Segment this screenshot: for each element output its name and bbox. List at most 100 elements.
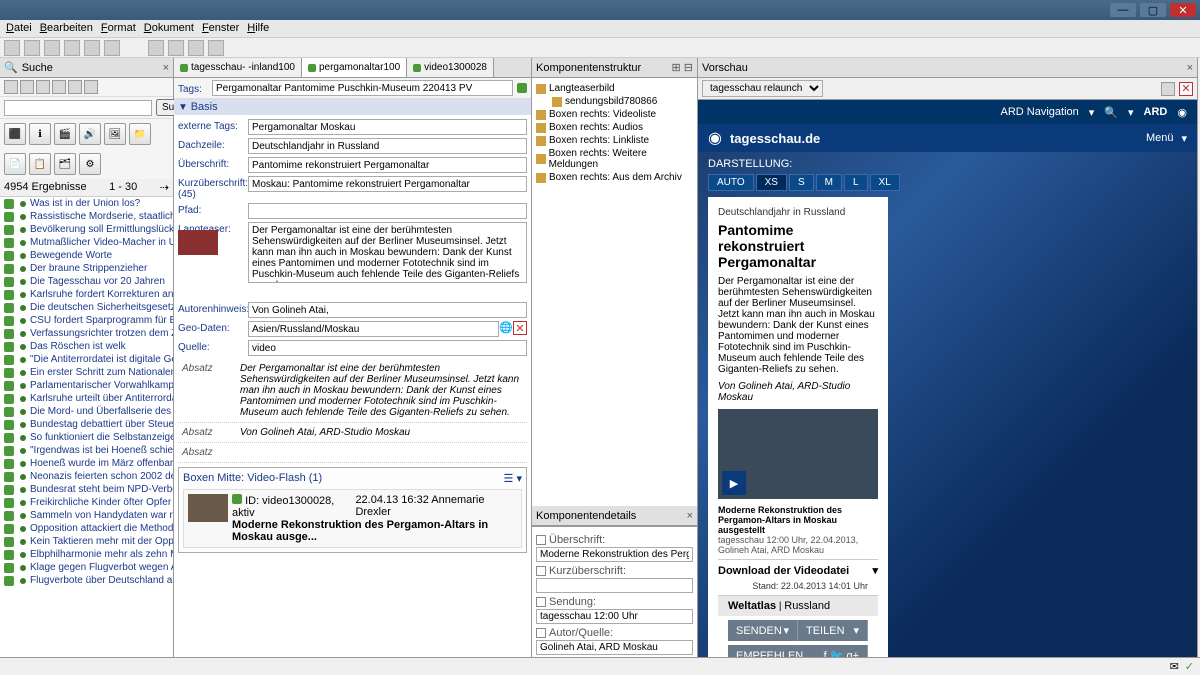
- size-s[interactable]: S: [789, 174, 814, 191]
- result-item[interactable]: Kein Taktieren mehr mit der Oppositio: [0, 535, 173, 548]
- toolbar-icon[interactable]: [168, 40, 184, 56]
- tree-item[interactable]: sendungsbild780866: [536, 95, 693, 108]
- type-button[interactable]: 🎬: [54, 123, 76, 145]
- filter-icon[interactable]: [4, 80, 18, 94]
- result-item[interactable]: Verfassungsrichter trotzen dem Zeitdr: [0, 327, 173, 340]
- tree-item[interactable]: Boxen rechts: Aus dem Archiv: [536, 171, 693, 184]
- basis-header[interactable]: ▼ Basis: [174, 99, 531, 115]
- box-tools-icon[interactable]: ☰ ▾: [504, 472, 522, 485]
- type-button[interactable]: 🔊: [79, 123, 101, 145]
- chevron-down-icon[interactable]: ▾: [1128, 106, 1134, 119]
- geo-clear[interactable]: ✕: [513, 321, 527, 335]
- result-item[interactable]: Parlamentarischer Vorwahlkampf: [0, 379, 173, 392]
- chevron-down-icon[interactable]: ▾: [1181, 132, 1187, 145]
- quelle-input[interactable]: [248, 340, 527, 356]
- externe-tags-input[interactable]: [248, 119, 527, 135]
- window-minimize[interactable]: —: [1110, 3, 1136, 17]
- toolbar-icon[interactable]: [24, 40, 40, 56]
- toolbar-icon[interactable]: [148, 40, 164, 56]
- size-l[interactable]: L: [844, 174, 868, 191]
- checkbox[interactable]: [536, 597, 546, 607]
- results-nav[interactable]: ⇢: [160, 181, 169, 194]
- menu-datei[interactable]: Datei: [6, 22, 32, 35]
- filter-icon[interactable]: [84, 80, 98, 94]
- panel-close[interactable]: ×: [687, 510, 693, 522]
- toolbar-icon[interactable]: [208, 40, 224, 56]
- play-icon[interactable]: ▶: [722, 471, 746, 495]
- menu-button[interactable]: Menü: [1146, 132, 1174, 144]
- result-item[interactable]: So funktioniert die Selbstanzeige: [0, 431, 173, 444]
- status-mail-icon[interactable]: ✉: [1170, 660, 1179, 673]
- toolbar-icon[interactable]: [84, 40, 100, 56]
- tree-item[interactable]: Boxen rechts: Linkliste: [536, 134, 693, 147]
- result-item[interactable]: "Die Antiterrordatei ist digitale Gewalt: [0, 353, 173, 366]
- tree-item[interactable]: Langteaserbild: [536, 82, 693, 95]
- geo-input[interactable]: [248, 321, 499, 337]
- kurzueberschrift-input[interactable]: [248, 176, 527, 192]
- result-item[interactable]: "Irgendwas ist bei Hoeneß schief gelau: [0, 444, 173, 457]
- toolbar-icon[interactable]: [44, 40, 60, 56]
- detail-sendung[interactable]: [536, 609, 693, 624]
- window-close[interactable]: ✕: [1170, 3, 1196, 17]
- autor-input[interactable]: [248, 302, 527, 318]
- result-item[interactable]: Bundestag debattiert über Steuerhinte: [0, 418, 173, 431]
- toolbar-icon[interactable]: [104, 40, 120, 56]
- type-button[interactable]: ⬛: [4, 123, 26, 145]
- result-item[interactable]: Bewegende Worte: [0, 249, 173, 262]
- video-preview[interactable]: ▶: [718, 409, 878, 499]
- result-item[interactable]: Sammeln von Handydaten war rechtsw: [0, 509, 173, 522]
- result-item[interactable]: Karlsruhe fordert Korrekturen an Antit: [0, 288, 173, 301]
- type-button[interactable]: 📁: [129, 123, 151, 145]
- tree-item[interactable]: Boxen rechts: Videoliste: [536, 108, 693, 121]
- tree-item[interactable]: Boxen rechts: Audios: [536, 121, 693, 134]
- result-item[interactable]: Klage gegen Flugverbot wegen Aschew: [0, 561, 173, 574]
- checkbox[interactable]: [536, 628, 546, 638]
- window-maximize[interactable]: ▢: [1140, 3, 1166, 17]
- size-m[interactable]: M: [816, 174, 842, 191]
- ueberschrift-input[interactable]: [248, 157, 527, 173]
- result-item[interactable]: CSU fordert Sparprogramm für Brüssel: [0, 314, 173, 327]
- teaser-thumb[interactable]: [178, 230, 218, 255]
- tree-item[interactable]: Boxen rechts: Weitere Meldungen: [536, 147, 693, 171]
- toolbar-icon[interactable]: [4, 40, 20, 56]
- preview-tool-icon[interactable]: [1161, 82, 1175, 96]
- result-item[interactable]: Mutmaßlicher Video-Macher in U-Haft: [0, 236, 173, 249]
- search-input[interactable]: [4, 100, 152, 116]
- langteaser-input[interactable]: Der Pergamonaltar ist eine der berühmtes…: [248, 222, 527, 283]
- checkbox[interactable]: [536, 535, 546, 545]
- result-item[interactable]: Die deutschen Sicherheitsgesetze: [0, 301, 173, 314]
- size-xl[interactable]: XL: [870, 174, 900, 191]
- result-item[interactable]: Was ist in der Union los?: [0, 197, 173, 210]
- video-item[interactable]: ID: video1300028, aktiv22.04.13 16:32 An…: [183, 489, 522, 548]
- result-item[interactable]: Freikirchliche Kinder öfter Opfer von G: [0, 496, 173, 509]
- senden-button[interactable]: SENDEN▾: [728, 620, 798, 641]
- filter-icon[interactable]: [20, 80, 34, 94]
- detail-kurz[interactable]: [536, 578, 693, 593]
- detail-autor[interactable]: [536, 640, 693, 655]
- type-button[interactable]: ℹ: [29, 123, 51, 145]
- tags-input[interactable]: [212, 80, 513, 96]
- menu-hilfe[interactable]: Hilfe: [247, 22, 269, 35]
- result-item[interactable]: Bundesrat steht beim NPD-Verbot allei: [0, 483, 173, 496]
- result-item[interactable]: Flugverbote über Deutschland aufgeho: [0, 574, 173, 587]
- type-button[interactable]: 📋: [29, 153, 51, 175]
- detail-ueberschrift[interactable]: [536, 547, 693, 562]
- ard-nav[interactable]: ARD Navigation: [1001, 106, 1079, 118]
- result-item[interactable]: Neonazis feierten schon 2002 den NSU: [0, 470, 173, 483]
- search-icon[interactable]: 🔍: [1104, 106, 1118, 119]
- type-button[interactable]: ⚙: [79, 153, 101, 175]
- filter-icon[interactable]: [52, 80, 66, 94]
- editor-tab[interactable]: video1300028: [407, 58, 494, 77]
- panel-close[interactable]: ×: [163, 62, 169, 74]
- chevron-down-icon[interactable]: ▾: [872, 564, 878, 577]
- result-item[interactable]: Opposition attackiert die Methode Selt: [0, 522, 173, 535]
- dachzeile-input[interactable]: [248, 138, 527, 154]
- type-button[interactable]: 🗂: [54, 153, 76, 175]
- preview-select[interactable]: tagesschau relaunch: [702, 80, 823, 97]
- tree-tools[interactable]: ⊞ ⊟: [672, 61, 694, 74]
- result-item[interactable]: Der braune Strippenzieher: [0, 262, 173, 275]
- result-item[interactable]: Das Röschen ist welk: [0, 340, 173, 353]
- result-item[interactable]: Karlsruhe urteilt über Antiterrordatei: [0, 392, 173, 405]
- result-item[interactable]: Bevölkerung soll Ermittlungslücken fül: [0, 223, 173, 236]
- menu-bearbeiten[interactable]: Bearbeiten: [40, 22, 93, 35]
